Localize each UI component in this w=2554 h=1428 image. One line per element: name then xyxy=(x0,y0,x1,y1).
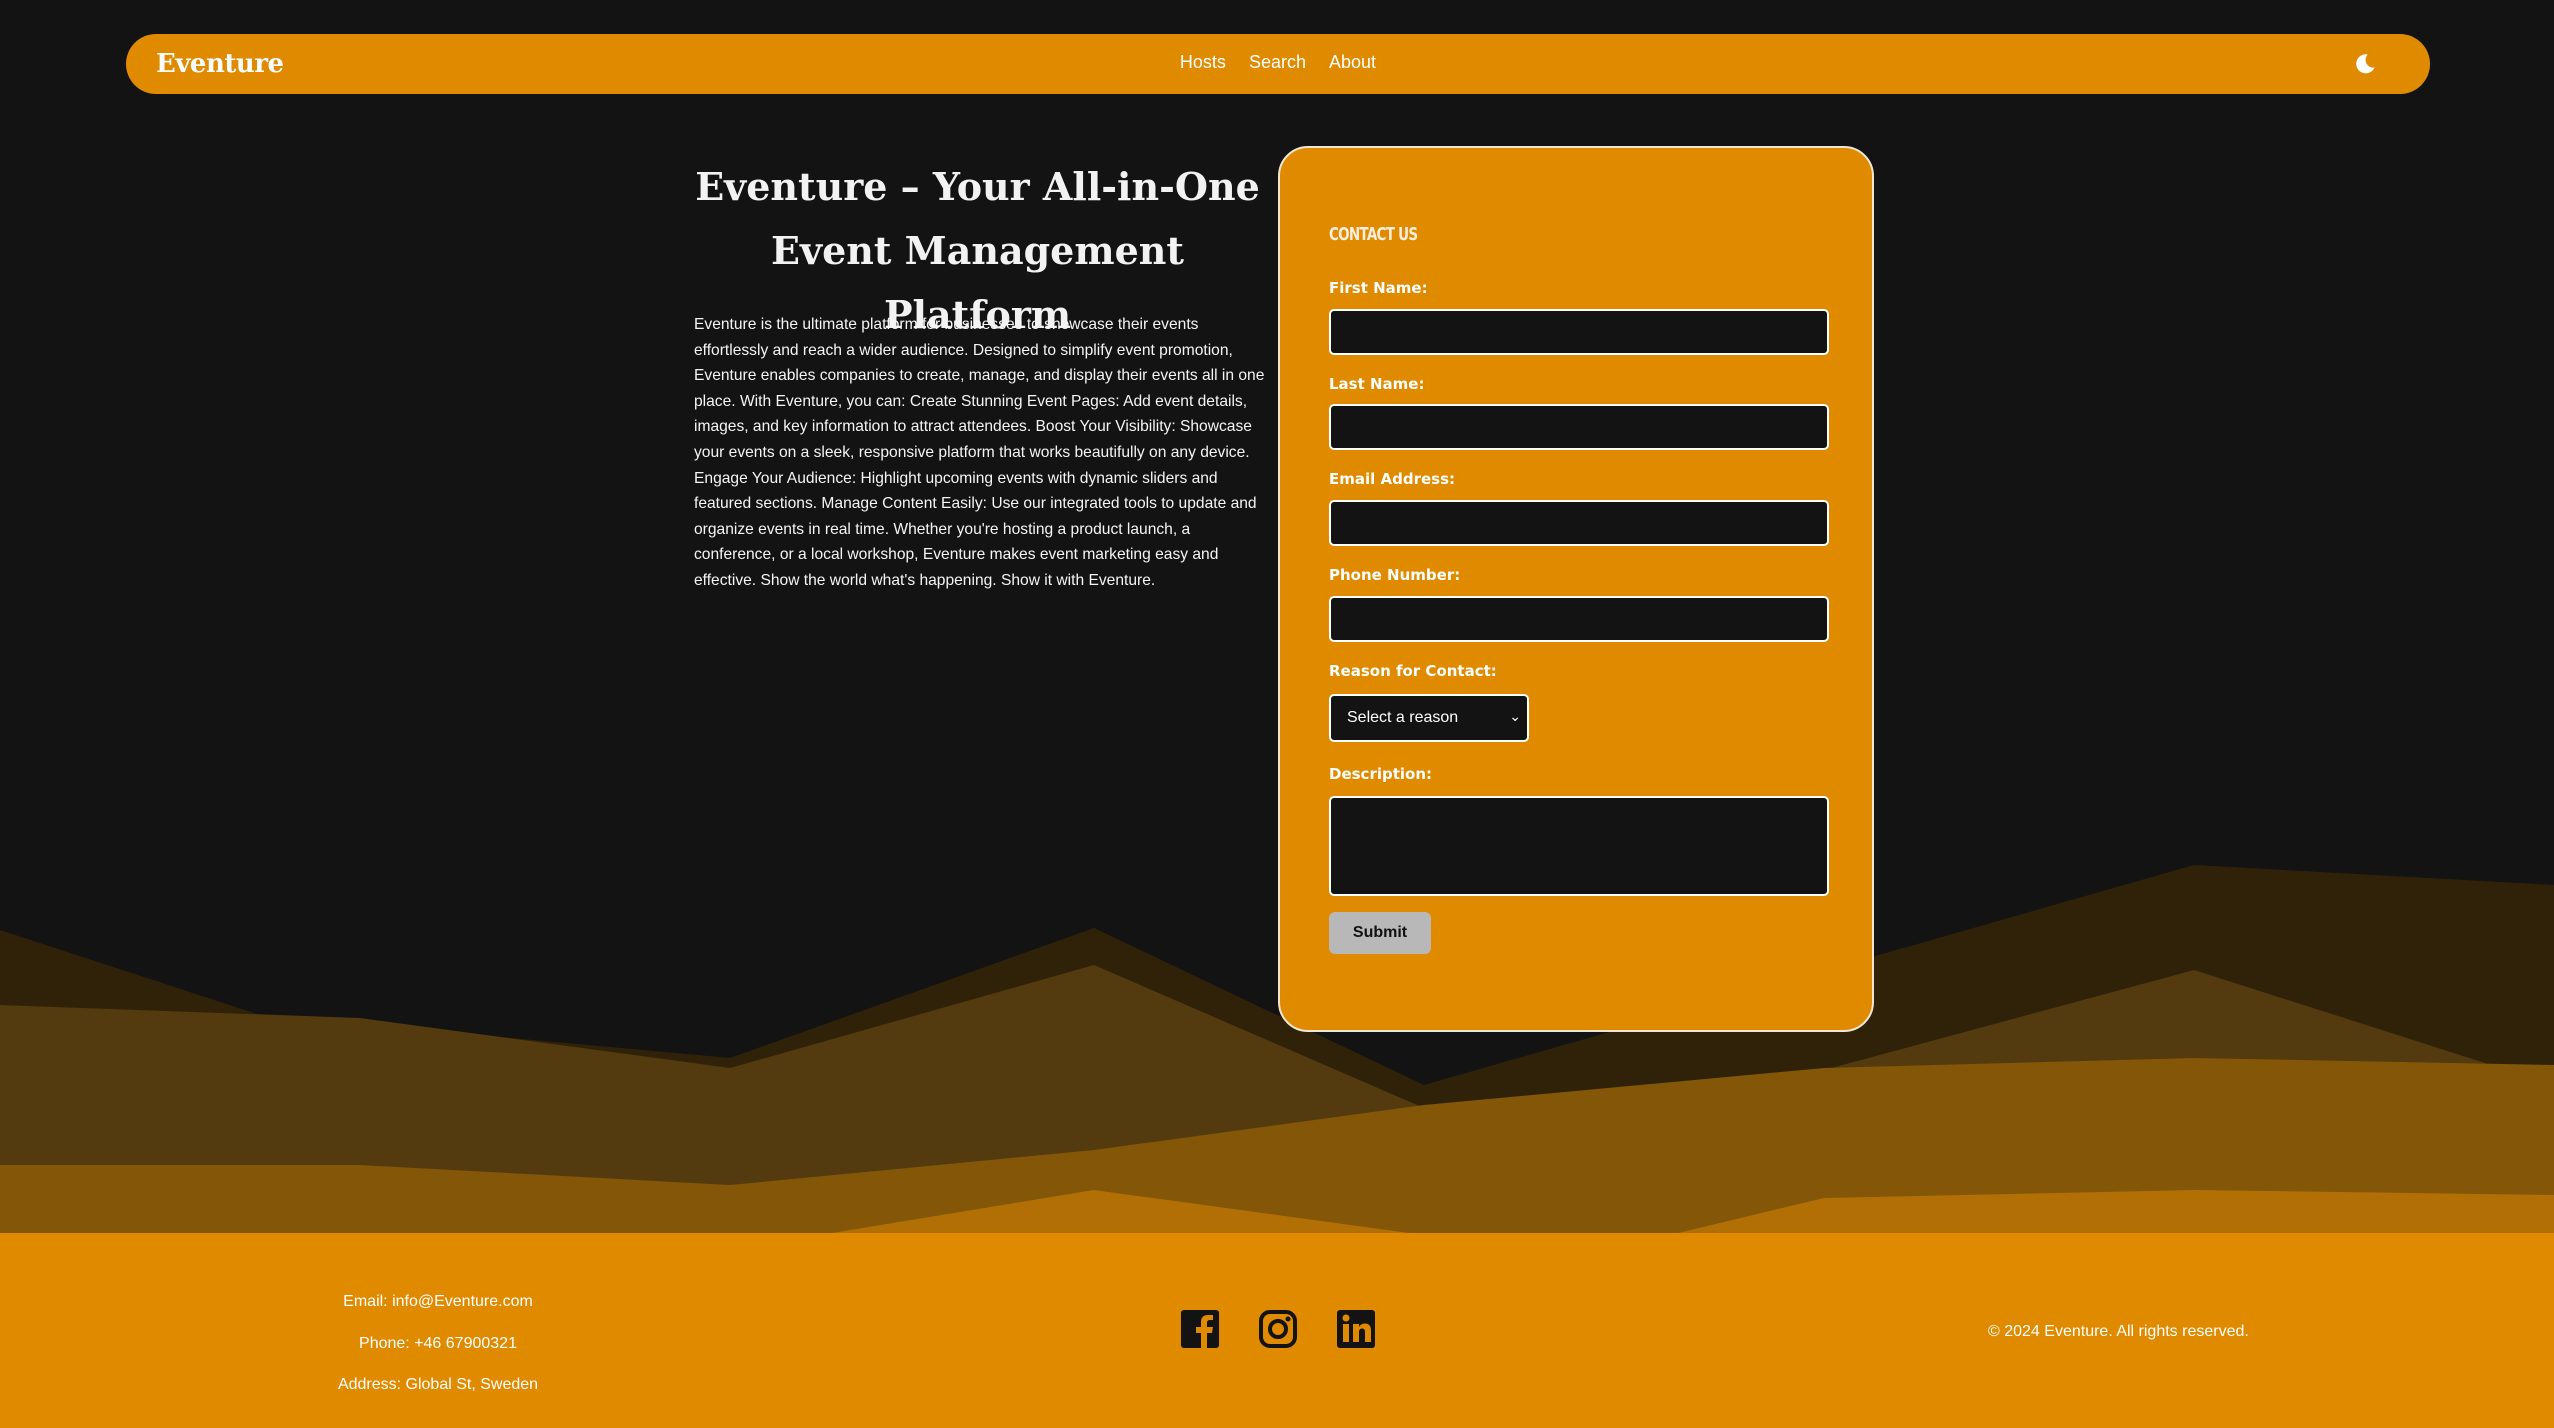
nav-link-search[interactable]: Search xyxy=(1249,52,1306,72)
copyright-text: © 2024 Eventure. All rights reserved. xyxy=(1988,1323,2249,1340)
linkedin-icon[interactable] xyxy=(1336,1309,1376,1349)
reason-label: Reason for Contact: xyxy=(1329,662,1497,680)
mountain-background xyxy=(0,865,2554,1235)
phone-label: Phone Number: xyxy=(1329,566,1461,584)
reason-select-value: Select a reason xyxy=(1347,709,1459,726)
phone-input[interactable] xyxy=(1329,596,1829,642)
facebook-icon[interactable] xyxy=(1180,1309,1220,1349)
footer-email: Email: info@Eventure.com xyxy=(343,1293,533,1310)
moon-icon[interactable] xyxy=(2352,51,2378,77)
page-title-line1: Eventure – Your All-in-One xyxy=(695,164,1260,209)
footer-phone: Phone: +46 67900321 xyxy=(359,1334,517,1352)
instagram-icon[interactable] xyxy=(1258,1309,1298,1349)
footer-address: Address: Global St, Sweden xyxy=(337,1376,539,1393)
intro-paragraph: Eventure is the ultimate platform for bu… xyxy=(694,316,1265,589)
last-name-label: Last Name: xyxy=(1329,375,1425,393)
footer-contact: Email: info@Eventure.com Phone: +46 6790… xyxy=(300,1281,576,1406)
contact-form-card: CONTACT US First Name: Last Name: Email … xyxy=(1278,146,1874,1032)
nav-link-about[interactable]: About xyxy=(1329,52,1376,72)
top-navbar: Eventure Hosts Search About xyxy=(126,34,2430,94)
footer: Email: info@Eventure.com Phone: +46 6790… xyxy=(0,1233,2554,1428)
email-input[interactable] xyxy=(1329,500,1829,546)
submit-button[interactable]: Submit xyxy=(1329,912,1431,954)
reason-select[interactable]: Select a reason ⌄ xyxy=(1329,694,1529,742)
nav-links: Hosts Search About xyxy=(126,52,2430,73)
first-name-label: First Name: xyxy=(1329,279,1428,297)
description-label: Description: xyxy=(1329,765,1433,783)
nav-link-hosts[interactable]: Hosts xyxy=(1180,52,1226,72)
form-title: CONTACT US xyxy=(1329,224,1418,245)
last-name-input[interactable] xyxy=(1329,404,1829,450)
description-textarea[interactable] xyxy=(1329,796,1829,896)
email-label: Email Address: xyxy=(1329,470,1456,488)
first-name-input[interactable] xyxy=(1329,309,1829,355)
chevron-down-icon: ⌄ xyxy=(1509,708,1521,724)
